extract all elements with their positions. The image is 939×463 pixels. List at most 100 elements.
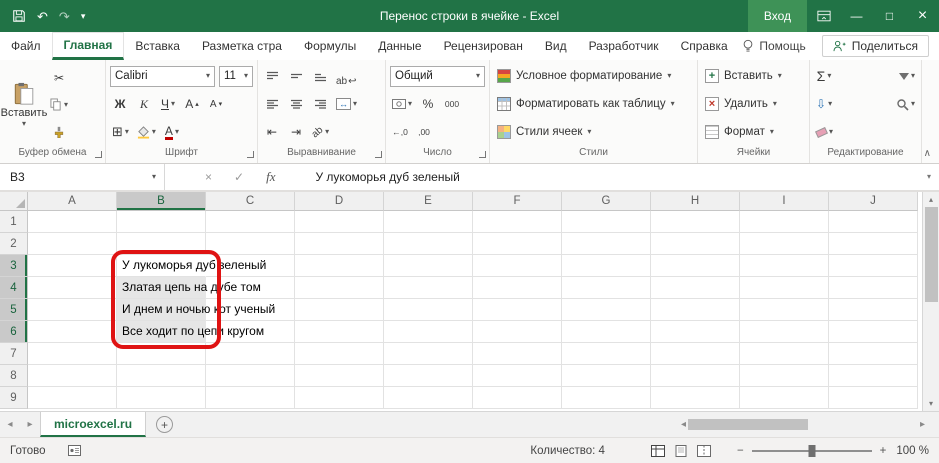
cell-C2[interactable] [206,233,295,255]
font-size-combo[interactable]: 11 ▾ [219,66,253,87]
decrease-decimal-icon[interactable]: ,00 [414,121,434,143]
cell-I8[interactable] [740,365,829,387]
cell-F9[interactable] [473,387,562,409]
cell-styles-button[interactable]: Стили ячеек ▾ [490,118,697,146]
cell-F2[interactable] [473,233,562,255]
cell-I5[interactable] [740,299,829,321]
cell-A3[interactable] [28,255,117,277]
increase-decimal-icon[interactable]: ←,0 [390,121,410,143]
scroll-down-icon[interactable]: ▾ [929,396,933,411]
cell-A9[interactable] [28,387,117,409]
row-header-1[interactable]: 1 [0,211,28,233]
row-header-8[interactable]: 8 [0,365,28,387]
shrink-font-button[interactable]: А▾ [206,93,226,115]
cell-J3[interactable] [829,255,918,277]
scroll-up-icon[interactable]: ▴ [929,192,933,207]
autosum-button[interactable]: Σ ▾ [814,65,834,87]
cell-F3[interactable] [473,255,562,277]
row-header-7[interactable]: 7 [0,343,28,365]
cell-C7[interactable] [206,343,295,365]
cell-C1[interactable] [206,211,295,233]
column-header-E[interactable]: E [384,192,473,211]
format-painter-icon[interactable] [48,121,70,143]
cell-G6[interactable] [562,321,651,343]
tab-page-layout[interactable]: Разметка стра [191,32,293,60]
font-color-button[interactable]: А ▾ [162,121,182,143]
tab-developer[interactable]: Разработчик [578,32,670,60]
row-header-2[interactable]: 2 [0,233,28,255]
wrap-text-button[interactable]: ab↩ [334,65,359,87]
cell-B9[interactable] [117,387,206,409]
cell-B7[interactable] [117,343,206,365]
zoom-out-icon[interactable]: − [737,445,744,457]
maximize-button[interactable]: □ [873,0,906,32]
cell-I6[interactable] [740,321,829,343]
cell-J4[interactable] [829,277,918,299]
cell-B3[interactable]: У лукоморья дуб зеленый [117,255,206,277]
tab-view[interactable]: Вид [534,32,578,60]
normal-view-icon[interactable] [651,445,665,457]
cell-F4[interactable] [473,277,562,299]
cell-D3[interactable] [295,255,384,277]
insert-cells-button[interactable]: + Вставить ▾ [698,62,809,90]
grow-font-button[interactable]: А▴ [182,93,202,115]
cell-H6[interactable] [651,321,740,343]
orientation-button[interactable]: ab ▾ [310,121,331,143]
redo-icon[interactable]: ↷ [59,10,70,23]
clear-button[interactable]: ▾ [814,121,835,143]
cell-E1[interactable] [384,211,473,233]
row-header-3[interactable]: 3 [0,255,28,277]
cell-H5[interactable] [651,299,740,321]
horizontal-scrollbar-thumb[interactable] [688,419,808,430]
cell-G3[interactable] [562,255,651,277]
cell-H3[interactable] [651,255,740,277]
cell-A2[interactable] [28,233,117,255]
cell-H1[interactable] [651,211,740,233]
vertical-scrollbar-thumb[interactable] [925,207,938,302]
cell-I3[interactable] [740,255,829,277]
horizontal-scrollbar-track[interactable] [688,418,918,431]
column-header-D[interactable]: D [295,192,384,211]
cell-J8[interactable] [829,365,918,387]
cell-G2[interactable] [562,233,651,255]
cell-J1[interactable] [829,211,918,233]
cancel-icon[interactable]: × [205,170,212,184]
tell-me-button[interactable]: Помощь [742,39,805,53]
cell-E6[interactable] [384,321,473,343]
zoom-level-label[interactable]: 100 % [896,445,939,457]
row-header-5[interactable]: 5 [0,299,28,321]
underline-button[interactable]: Ч ▾ [158,93,178,115]
font-name-combo[interactable]: Calibri ▾ [110,66,215,87]
cell-G1[interactable] [562,211,651,233]
cell-F6[interactable] [473,321,562,343]
cell-A7[interactable] [28,343,117,365]
cell-F5[interactable] [473,299,562,321]
bold-button[interactable]: Ж [110,93,130,115]
cell-G7[interactable] [562,343,651,365]
cell-E5[interactable] [384,299,473,321]
select-all-button[interactable] [0,192,28,211]
enter-icon[interactable]: ✓ [234,170,244,184]
cell-G5[interactable] [562,299,651,321]
cell-F1[interactable] [473,211,562,233]
cell-C9[interactable] [206,387,295,409]
sheet-prev-icon[interactable]: ◂ [0,412,20,437]
align-left-icon[interactable] [262,93,282,115]
number-format-combo[interactable]: Общий ▾ [390,66,485,87]
cell-B8[interactable] [117,365,206,387]
cell-H8[interactable] [651,365,740,387]
cell-D8[interactable] [295,365,384,387]
zoom-slider[interactable] [752,450,872,452]
cell-B6[interactable]: Все ходит по цепи кругом [117,321,206,343]
column-header-J[interactable]: J [829,192,918,211]
vertical-scrollbar[interactable]: ▴ ▾ [922,192,939,411]
column-header-H[interactable]: H [651,192,740,211]
cell-B4[interactable]: Златая цепь на дубе том [117,277,206,299]
cell-C8[interactable] [206,365,295,387]
align-middle-icon[interactable] [286,65,306,87]
paste-button[interactable]: Вставить ▾ [0,62,48,147]
column-header-G[interactable]: G [562,192,651,211]
column-header-A[interactable]: A [28,192,117,211]
align-top-icon[interactable] [262,65,282,87]
formula-bar-expand-icon[interactable]: ▾ [927,164,939,190]
